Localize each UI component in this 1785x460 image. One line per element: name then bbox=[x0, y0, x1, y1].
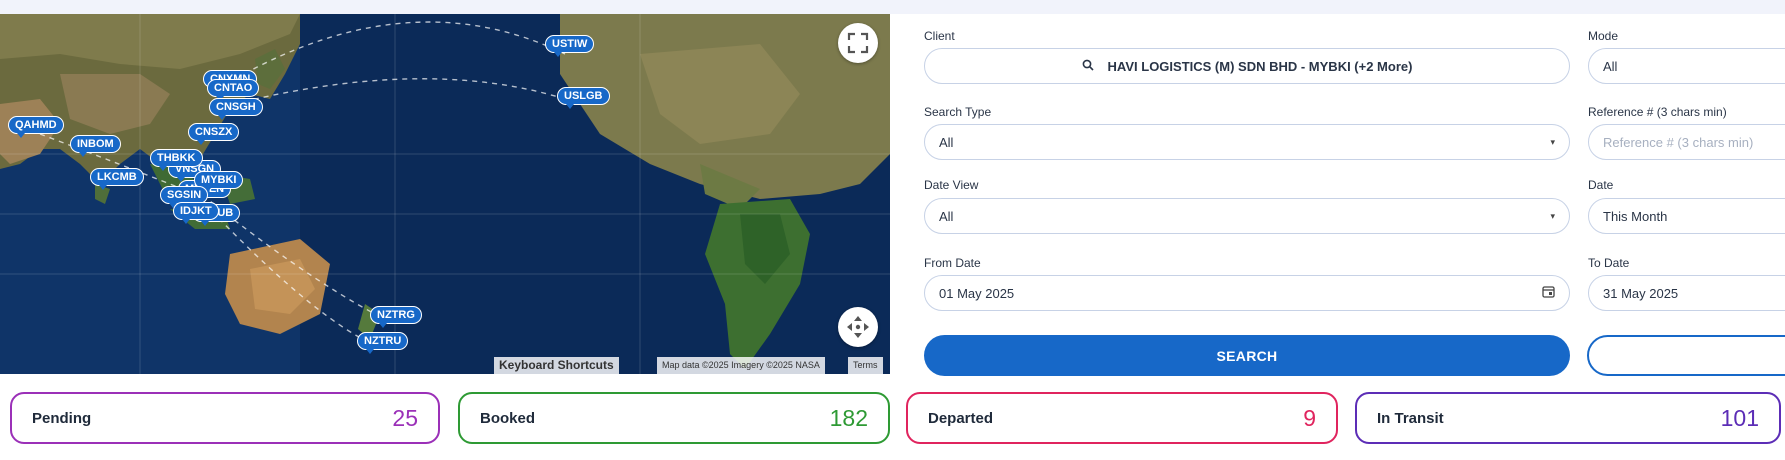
date-value: This Month bbox=[1603, 208, 1668, 224]
to-date-input[interactable]: 31 May 2025 bbox=[1588, 275, 1785, 311]
status-card-in-transit[interactable]: In Transit 101 bbox=[1355, 392, 1781, 444]
status-count: 25 bbox=[392, 404, 418, 431]
status-card-pending[interactable]: Pending 25 bbox=[10, 392, 440, 444]
status-label: Booked bbox=[480, 409, 536, 427]
status-count: 9 bbox=[1303, 404, 1316, 431]
keyboard-shortcuts-link[interactable]: Keyboard Shortcuts bbox=[494, 357, 619, 374]
client-selector[interactable]: HAVI LOGISTICS (M) SDN BHD - MYBKI (+2 M… bbox=[924, 48, 1570, 84]
mode-label: Mode bbox=[1588, 29, 1619, 43]
port-pin[interactable]: THBKK bbox=[150, 149, 203, 171]
to-date-value: 31 May 2025 bbox=[1603, 285, 1679, 301]
reference-label: Reference # (3 chars min) bbox=[1588, 105, 1727, 119]
shipment-map[interactable]: CNXMN CNTAO CNSGH QAHMD INBOM CNSZX VNSG… bbox=[0, 14, 890, 374]
search-type-label: Search Type bbox=[924, 105, 992, 119]
date-view-select[interactable]: All ▾ bbox=[924, 198, 1570, 234]
from-date-label: From Date bbox=[924, 256, 981, 270]
reference-placeholder: Reference # (3 chars min) bbox=[1603, 134, 1754, 150]
port-pin[interactable]: USLGB bbox=[557, 87, 610, 109]
chevron-down-icon: ▾ bbox=[1550, 136, 1555, 147]
reference-input[interactable]: Reference # (3 chars min) bbox=[1588, 124, 1785, 160]
date-view-value: All bbox=[939, 208, 954, 224]
mode-select[interactable]: All bbox=[1588, 48, 1785, 84]
status-card-booked[interactable]: Booked 182 bbox=[458, 392, 890, 444]
port-pin[interactable]: CNSGH bbox=[209, 98, 263, 120]
date-label: Date bbox=[1588, 178, 1614, 192]
date-view-label: Date View bbox=[924, 178, 979, 192]
status-label: In Transit bbox=[1377, 409, 1444, 427]
port-pin[interactable]: INBOM bbox=[70, 135, 121, 157]
fullscreen-icon[interactable] bbox=[838, 23, 878, 63]
search-type-value: All bbox=[939, 134, 954, 150]
port-pin[interactable]: NZTRG bbox=[370, 306, 422, 328]
map-data-attribution: Map data ©2025 Imagery ©2025 NASA bbox=[657, 357, 825, 374]
search-type-select[interactable]: All ▾ bbox=[924, 124, 1570, 160]
calendar-icon[interactable] bbox=[1542, 285, 1555, 301]
port-pin[interactable]: QAHMD bbox=[8, 116, 64, 138]
to-date-label: To Date bbox=[1588, 256, 1630, 270]
map-imagery bbox=[0, 14, 890, 374]
from-date-value: 01 May 2025 bbox=[939, 285, 1015, 301]
status-card-departed[interactable]: Departed 9 bbox=[906, 392, 1338, 444]
search-icon bbox=[1082, 59, 1094, 74]
port-pin[interactable]: CNSZX bbox=[188, 123, 240, 145]
mode-value: All bbox=[1603, 58, 1618, 74]
status-count: 182 bbox=[829, 404, 868, 431]
status-count: 101 bbox=[1720, 404, 1759, 431]
port-pin[interactable]: CNTAO bbox=[207, 79, 260, 101]
chevron-down-icon: ▾ bbox=[1550, 210, 1555, 221]
port-pin[interactable]: USTIW bbox=[545, 35, 595, 57]
search-button[interactable]: SEARCH bbox=[924, 335, 1570, 376]
client-value: HAVI LOGISTICS (M) SDN BHD - MYBKI (+2 M… bbox=[1107, 58, 1413, 74]
secondary-button[interactable] bbox=[1587, 335, 1785, 376]
recenter-icon[interactable] bbox=[838, 307, 878, 347]
terms-link[interactable]: Terms bbox=[848, 357, 883, 374]
date-select[interactable]: This Month bbox=[1588, 198, 1785, 234]
top-band bbox=[0, 0, 1785, 14]
port-pin[interactable]: IDJKT bbox=[173, 202, 219, 224]
port-pin[interactable]: LKCMB bbox=[90, 168, 144, 190]
port-pin[interactable]: NZTRU bbox=[357, 332, 409, 354]
status-label: Departed bbox=[928, 409, 994, 427]
client-label: Client bbox=[924, 29, 955, 43]
status-label: Pending bbox=[32, 409, 92, 427]
from-date-input[interactable]: 01 May 2025 bbox=[924, 275, 1570, 311]
